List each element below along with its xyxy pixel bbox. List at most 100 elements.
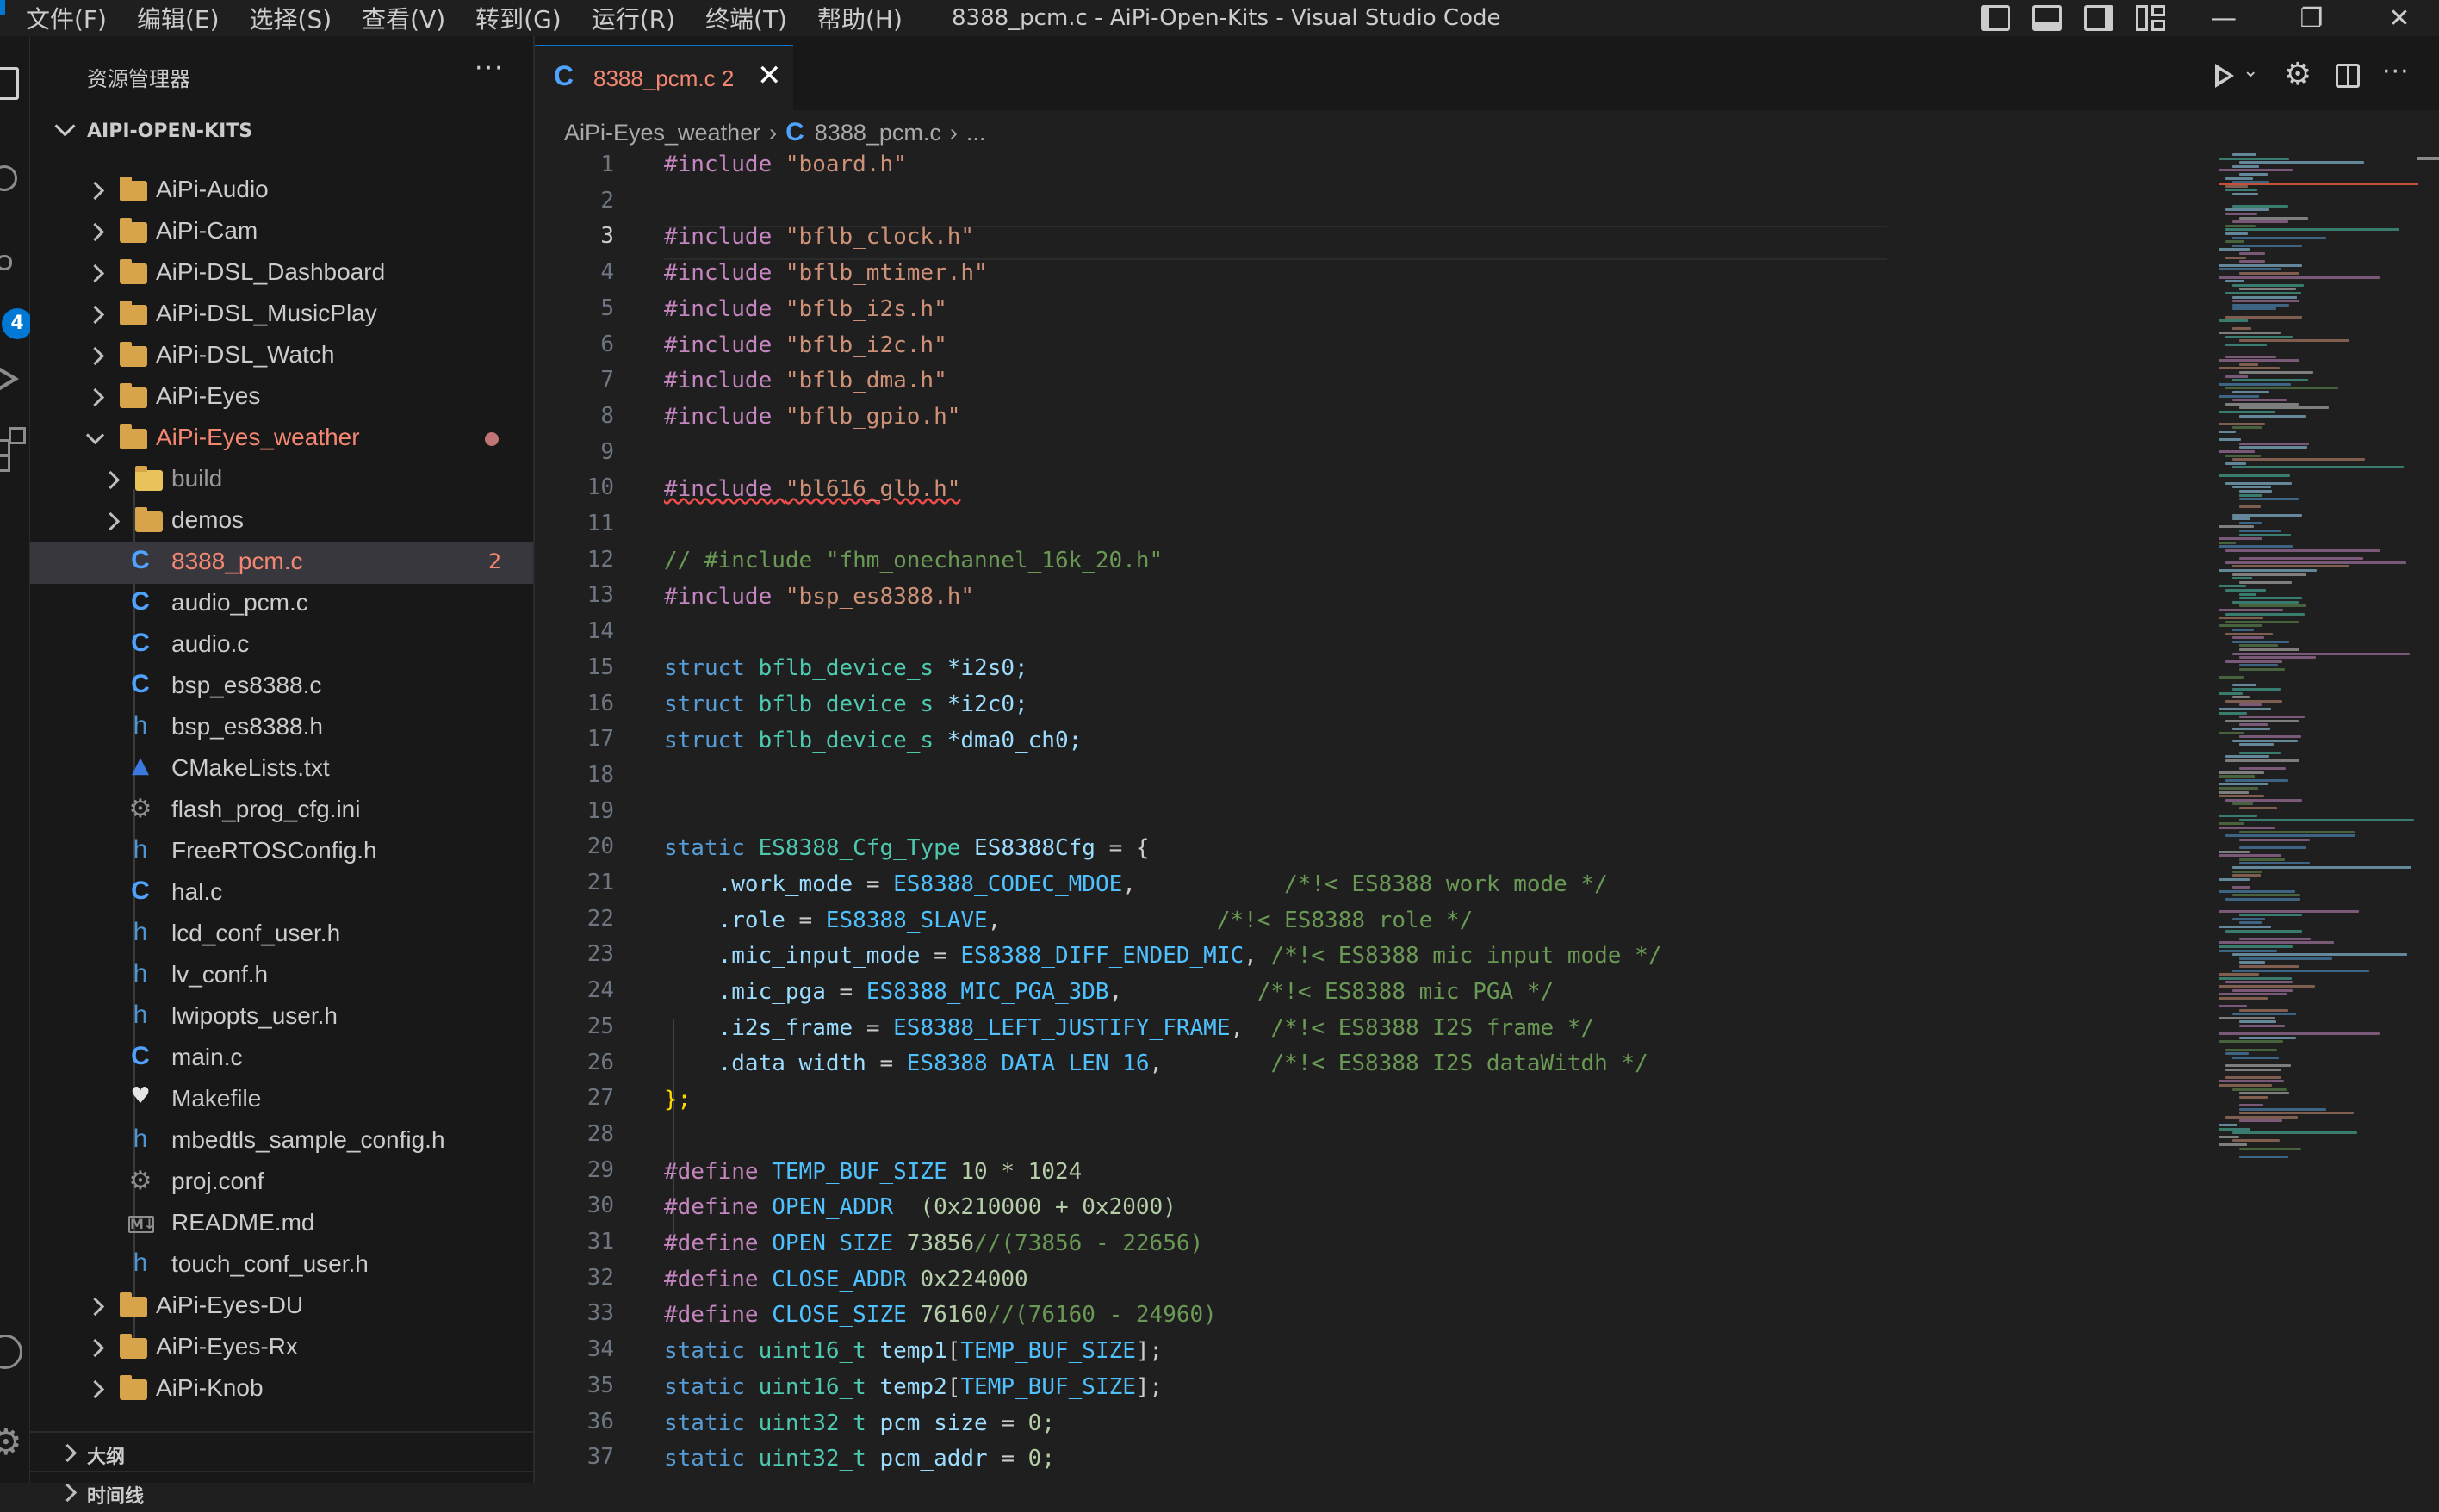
chevron-right-icon [85,1379,105,1399]
minimap-line [2219,545,2293,548]
toggle-secondary-sidebar-icon[interactable] [2084,5,2113,31]
minimize-button[interactable]: — [2198,0,2250,36]
tree-file-selected[interactable]: C 8388_pcm.c 2 [30,542,533,584]
timeline-section[interactable]: 时间线 [30,1471,533,1512]
tree-folder-open[interactable]: AiPi-Eyes_weather [30,418,533,460]
settings-gear-icon[interactable]: ⚙ [2284,57,2312,92]
code-editor[interactable]: 1 2 3 4 5 6 7 8 9 10 11 12 13 14 15 16 17 18 19 20 21 22 23 24 2… [535,152,2214,1483]
minimap-line [2239,723,2268,727]
tree-file[interactable]: ⚙ flash_prog_cfg.ini [30,790,533,832]
minimap-line [2219,996,2268,1000]
minimap-line [2232,164,2260,168]
tree-file[interactable]: h touch_conf_user.h [30,1245,533,1286]
tree-file[interactable]: M↓ README.md [30,1204,533,1245]
minimap-line [2219,411,2276,413]
breadcrumb-folder[interactable]: AiPi-Eyes_weather [564,120,760,146]
menu-view[interactable]: 查看(V) [362,1,445,35]
line-number: 35 [586,1373,614,1398]
accounts-icon[interactable] [0,1328,29,1379]
close-window-button[interactable]: ✕ [2374,0,2425,36]
explorer-icon[interactable] [0,62,29,114]
cmake-icon: ▲ [132,753,149,778]
folder-icon [120,1334,147,1359]
tree-folder[interactable]: AiPi-Eyes-Rx [30,1328,533,1369]
manage-gear-icon[interactable]: ⚙ [0,1421,29,1472]
tree-folder[interactable]: demos [30,501,533,542]
tree-file[interactable]: h lcd_conf_user.h [30,914,533,956]
menu-go[interactable]: 转到(G) [475,1,562,35]
workspace-root[interactable]: AIPI-OPEN-KITS [87,121,252,142]
menu-terminal[interactable]: 终端(T) [705,1,787,35]
tree-file[interactable]: ⚙ proj.conf [30,1162,533,1204]
tree-file[interactable]: Caudio_pcm.c [30,584,533,625]
tree-file[interactable]: Chal.c [30,873,533,914]
breadcrumb-separator-icon: › [769,119,778,146]
chevron-down-icon[interactable] [54,115,76,137]
breadcrumb-symbol[interactable]: ... [966,120,986,146]
minimap-line [2219,691,2244,695]
minimap-line [2219,609,2284,611]
tree-file[interactable]: h lwipopts_user.h [30,997,533,1038]
tree-file[interactable]: h FreeRTOSConfig.h [30,832,533,873]
breadcrumb-file[interactable]: 8388_pcm.c [815,120,941,146]
tree-folder[interactable]: AiPi-DSL_Dashboard [30,253,533,294]
tree-folder[interactable]: AiPi-Knob [30,1369,533,1410]
tree-file[interactable]: Cbsp_es8388.c [30,666,533,708]
more-actions-icon[interactable]: ··· [2382,57,2410,91]
minimap-line [2239,656,2316,660]
section-label: 大纲 [87,1447,126,1468]
code-line: #include "board.h" [664,152,907,177]
split-editor-icon[interactable] [2336,64,2360,88]
tree-label: lv_conf.h [171,961,269,988]
tree-file[interactable]: ▲ CMakeLists.txt [30,749,533,790]
tree-file[interactable]: ♥ Makefile [30,1080,533,1121]
line-number: 32 [586,1265,614,1291]
tree-file[interactable]: Caudio.c [30,625,533,666]
tree-folder[interactable]: AiPi-DSL_MusicPlay [30,294,533,336]
tree-file[interactable]: h mbedtls_sample_config.h [30,1121,533,1162]
minimap-line [2232,1139,2281,1143]
restore-button[interactable]: ❐ [2286,0,2337,36]
run-debug-icon[interactable] [0,355,29,406]
tree-folder[interactable]: AiPi-Cam [30,212,533,253]
tree-folder[interactable]: build [30,460,533,501]
minimap[interactable] [2219,152,2418,1483]
toggle-primary-sidebar-icon[interactable] [1981,5,2010,31]
run-options-chevron-icon[interactable]: ⌄ [2243,60,2258,95]
minimap-line [2239,442,2310,445]
tree-label: AiPi-Eyes [156,382,261,409]
minimap-line [2225,481,2293,485]
outline-section[interactable]: 大纲 [30,1431,533,1472]
explorer-more-actions-icon[interactable]: ··· [475,53,505,84]
line-number: 30 [586,1193,614,1218]
close-tab-icon[interactable]: ✕ [757,59,782,93]
extensions-icon[interactable] [0,424,29,475]
code-line-error: #include "bl616_glb.h" [664,476,961,502]
minimap-line [2225,699,2283,703]
menu-selection[interactable]: 选择(S) [250,1,332,35]
customize-layout-icon[interactable] [2136,5,2165,31]
menu-file[interactable]: 文件(F) [26,1,107,35]
menu-run[interactable]: 运行(R) [592,1,675,35]
title-bar: 文件(F) 编辑(E) 选择(S) 查看(V) 转到(G) 运行(R) 终端(T… [0,0,2439,36]
tree-folder[interactable]: AiPi-DSL_Watch [30,336,533,377]
minimap-line [2239,807,2278,809]
tree-file[interactable]: h bsp_es8388.h [30,708,533,749]
minimap-line [2219,585,2247,588]
line-number: 10 [586,474,614,500]
tree-file[interactable]: h lv_conf.h [30,956,533,997]
toggle-panel-icon[interactable] [2032,5,2062,31]
tree-file[interactable]: Cmain.c [30,1038,533,1080]
tree-folder[interactable]: AiPi-Audio [30,170,533,212]
search-icon[interactable] [0,157,29,208]
menu-edit[interactable]: 编辑(E) [137,1,220,35]
menu-help[interactable]: 帮助(H) [817,1,903,35]
minimap-line [2219,431,2236,433]
scrollbar-slider[interactable] [2417,157,2439,160]
minimap-line [2232,866,2411,869]
tree-folder[interactable]: AiPi-Eyes [30,377,533,418]
tree-folder[interactable]: AiPi-Eyes-DU [30,1286,533,1328]
source-control-icon[interactable] [0,251,29,303]
tab-8388-pcm-c[interactable]: C 8388_pcm.c 2 ✕ [535,45,793,112]
folder-icon [120,218,147,243]
